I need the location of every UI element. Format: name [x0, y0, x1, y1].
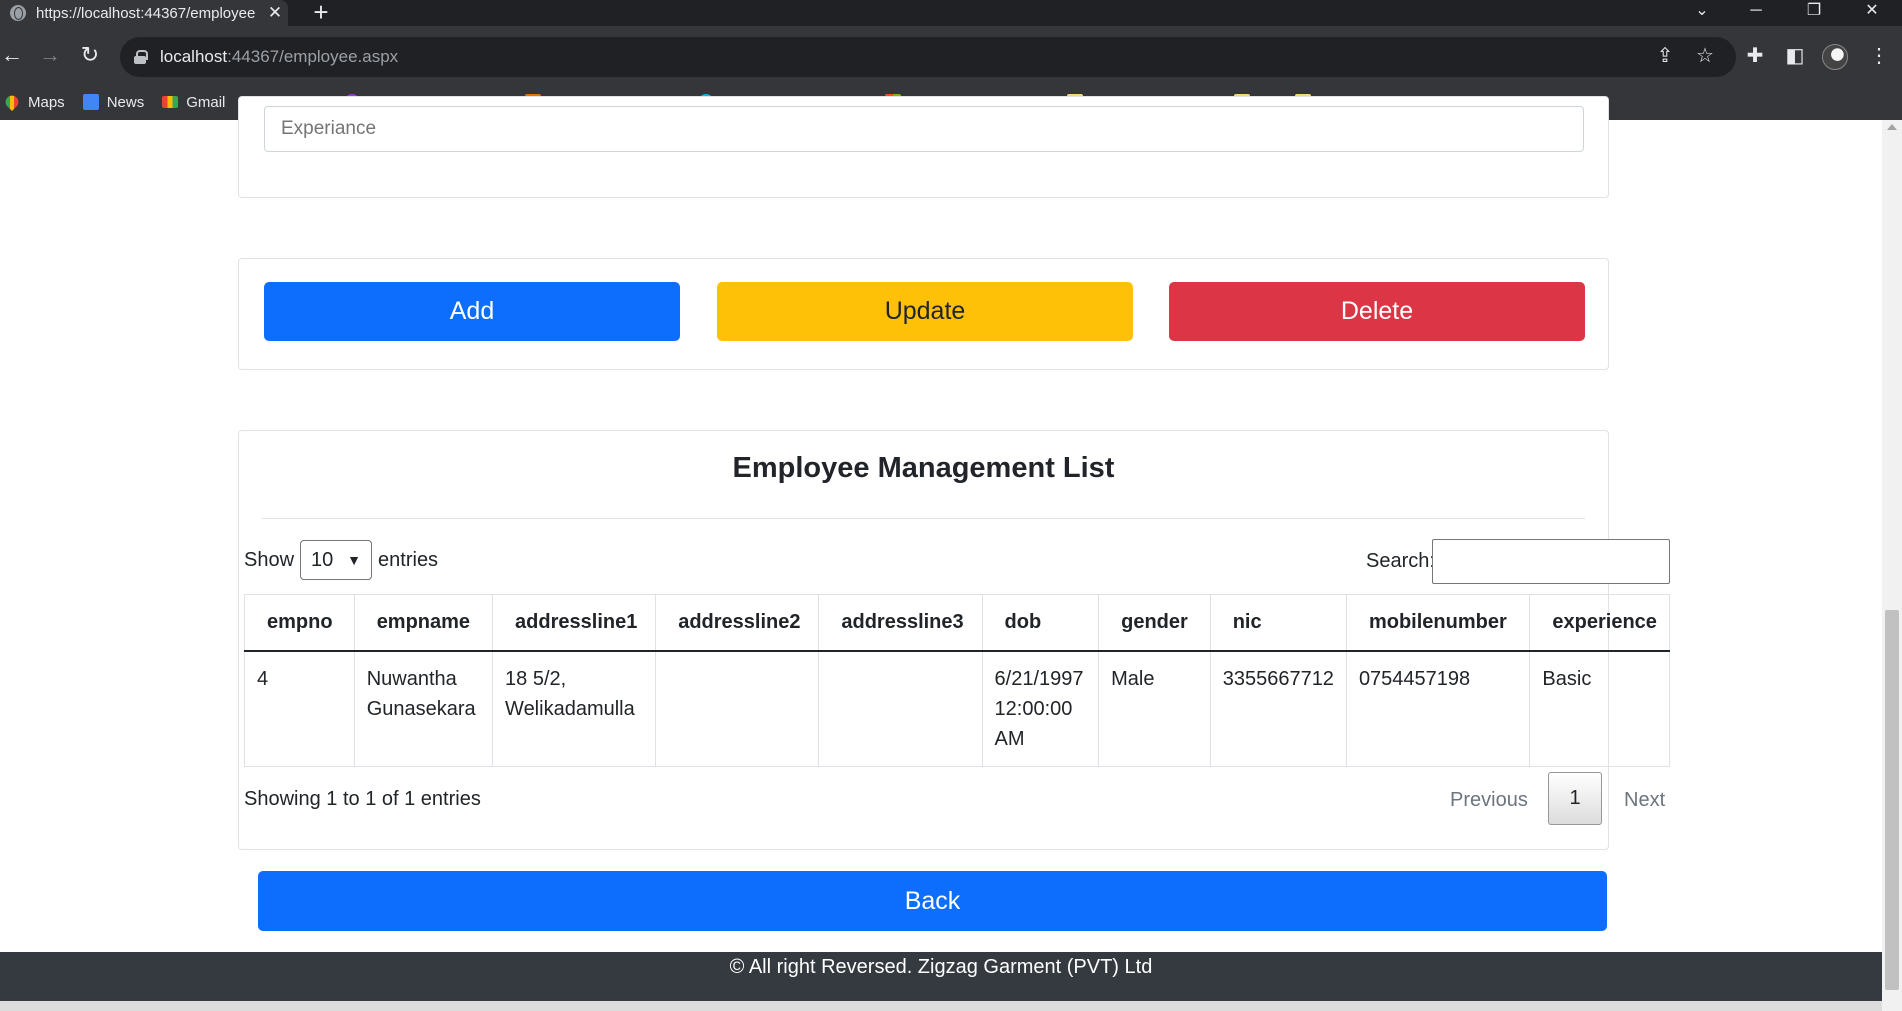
- pagination-next[interactable]: Next: [1624, 789, 1665, 812]
- update-button[interactable]: Update: [717, 282, 1133, 341]
- employee-table: empno empname addressline1 addressline2 …: [244, 594, 1670, 767]
- cell-empno: 4: [244, 650, 355, 767]
- share-icon[interactable]: ⇪: [1652, 44, 1678, 68]
- cell-empname: Nuwantha Gunasekara: [354, 650, 494, 767]
- bookmark-label: Gmail: [186, 93, 226, 111]
- column-header-addressline1[interactable]: addressline1: [492, 594, 657, 652]
- column-header-addressline2[interactable]: addressline2: [655, 594, 820, 652]
- minimize-icon[interactable]: ─: [1736, 0, 1776, 26]
- column-header-nic[interactable]: nic: [1210, 594, 1347, 652]
- page-length-select[interactable]: 10 ▼: [300, 540, 373, 580]
- cell-addressline2: [655, 650, 820, 767]
- cell-mobilenumber: 0754457198: [1346, 650, 1531, 767]
- cell-experience: Basic: [1529, 650, 1670, 767]
- page-length-value: 10: [311, 548, 334, 571]
- column-header-mobilenumber[interactable]: mobilenumber: [1346, 594, 1531, 652]
- cell-addressline1: 18 5/2, Welikadamulla: [492, 650, 657, 767]
- table-info: Showing 1 to 1 of 1 entries: [244, 788, 481, 810]
- globe-icon: [10, 5, 26, 21]
- forward-arrow-icon[interactable]: →: [38, 43, 62, 67]
- list-title: Employee Management List: [732, 452, 1115, 484]
- restore-icon[interactable]: ❐: [1794, 0, 1834, 26]
- close-tab-icon[interactable]: ✕: [266, 3, 284, 23]
- column-header-dob[interactable]: dob: [982, 594, 1100, 652]
- search-label: Search:: [1366, 550, 1435, 572]
- side-panel-icon[interactable]: ◧: [1782, 44, 1808, 68]
- menu-dots-icon[interactable]: ⋮: [1866, 44, 1892, 68]
- tab-search-icon[interactable]: ⌄: [1682, 0, 1722, 26]
- news-icon: [82, 94, 99, 110]
- table-header-row: empno empname addressline1 addressline2 …: [244, 594, 1670, 652]
- tab-title: https://localhost:44367/employee: [36, 4, 256, 22]
- experience-input[interactable]: [264, 106, 1584, 152]
- back-button[interactable]: Back: [258, 871, 1607, 931]
- bookmark-star-icon[interactable]: ☆: [1692, 44, 1718, 68]
- bookmark-label: Maps: [28, 93, 65, 111]
- column-header-gender[interactable]: gender: [1098, 594, 1211, 652]
- browser-tab-strip: https://localhost:44367/employee ✕ + ⌄ ─…: [0, 0, 1902, 26]
- delete-button[interactable]: Delete: [1169, 282, 1585, 341]
- divider: [262, 518, 1585, 519]
- add-button[interactable]: Add: [264, 282, 680, 341]
- footer-text: © All right Reversed. Zigzag Garment (PV…: [729, 956, 1153, 978]
- column-header-experience[interactable]: experience: [1529, 594, 1670, 652]
- pagination-previous[interactable]: Previous: [1450, 789, 1528, 812]
- cell-gender: Male: [1098, 650, 1211, 767]
- bookmark-item[interactable]: News: [82, 93, 145, 111]
- extensions-icon[interactable]: ✚: [1742, 44, 1768, 68]
- close-window-icon[interactable]: ✕: [1852, 0, 1892, 26]
- bookmark-item[interactable]: Maps: [2, 92, 65, 112]
- footer: © All right Reversed. Zigzag Garment (PV…: [0, 952, 1882, 1001]
- show-label: Show: [244, 548, 295, 571]
- scrollbar-thumb[interactable]: [1885, 610, 1899, 990]
- page-length-control: Show 10 ▼ entries: [244, 540, 438, 580]
- column-header-addressline3[interactable]: addressline3: [818, 594, 983, 652]
- address-bar[interactable]: localhost:44367/employee.aspx: [120, 37, 1736, 77]
- reload-icon[interactable]: ↻: [78, 43, 102, 67]
- horizontal-scrollbar[interactable]: [0, 1001, 1882, 1011]
- table-row: 4 Nuwantha Gunasekara 18 5/2, Welikadamu…: [244, 650, 1670, 767]
- cell-dob: 6/21/1997 12:00:00 AM: [982, 650, 1100, 767]
- column-header-empname[interactable]: empname: [354, 594, 494, 652]
- browser-tab[interactable]: https://localhost:44367/employee ✕: [0, 0, 288, 26]
- pagination-page-1[interactable]: 1: [1548, 772, 1602, 825]
- address-url: localhost:44367/employee.aspx: [160, 47, 399, 66]
- lock-icon: [134, 50, 148, 64]
- search-input[interactable]: [1432, 539, 1670, 584]
- column-header-empno[interactable]: empno: [244, 594, 355, 652]
- scroll-up-arrow-icon[interactable]: [1887, 124, 1897, 130]
- profile-avatar[interactable]: [1822, 44, 1848, 70]
- bookmark-item[interactable]: Gmail: [162, 94, 225, 111]
- bookmark-label: News: [106, 93, 145, 111]
- back-arrow-icon[interactable]: ←: [0, 43, 24, 67]
- new-tab-button[interactable]: +: [308, 0, 334, 26]
- entries-label: entries: [378, 548, 439, 571]
- cell-addressline3: [818, 650, 983, 767]
- cell-nic: 3355667712: [1210, 650, 1347, 767]
- gmail-icon: [162, 96, 179, 108]
- chevron-down-icon: ▼: [347, 552, 362, 568]
- maps-icon: [2, 92, 22, 112]
